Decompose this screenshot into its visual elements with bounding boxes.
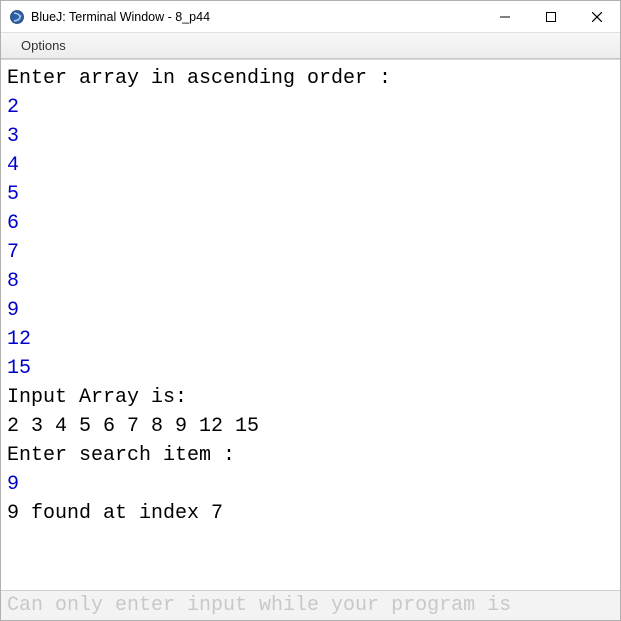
terminal-input-line: 7 <box>7 238 614 267</box>
terminal-output-line: Enter array in ascending order : <box>7 64 614 93</box>
terminal-input-line: 15 <box>7 354 614 383</box>
terminal-output-line: Enter search item : <box>7 441 614 470</box>
menubar: Options <box>1 33 620 59</box>
terminal-output-line: 9 found at index 7 <box>7 499 614 528</box>
terminal-output[interactable]: Enter array in ascending order :23456789… <box>1 59 620 590</box>
window-title: BlueJ: Terminal Window - 8_p44 <box>31 10 482 24</box>
terminal-input-line: 9 <box>7 296 614 325</box>
terminal-input-line: 6 <box>7 209 614 238</box>
terminal-input-line: 3 <box>7 122 614 151</box>
window-controls <box>482 1 620 32</box>
terminal-input-line: 4 <box>7 151 614 180</box>
maximize-button[interactable] <box>528 1 574 32</box>
terminal-output-line: 2 3 4 5 6 7 8 9 12 15 <box>7 412 614 441</box>
minimize-button[interactable] <box>482 1 528 32</box>
terminal-input-line: 8 <box>7 267 614 296</box>
terminal-input-bar[interactable]: Can only enter input while your program … <box>1 590 620 620</box>
titlebar[interactable]: BlueJ: Terminal Window - 8_p44 <box>1 1 620 33</box>
close-button[interactable] <box>574 1 620 32</box>
terminal-input-line: 5 <box>7 180 614 209</box>
menu-options[interactable]: Options <box>15 36 72 55</box>
terminal-output-line: Input Array is: <box>7 383 614 412</box>
terminal-input-line: 9 <box>7 470 614 499</box>
input-placeholder: Can only enter input while your program … <box>7 594 511 617</box>
bluej-icon <box>9 9 25 25</box>
terminal-input-line: 12 <box>7 325 614 354</box>
terminal-input-line: 2 <box>7 93 614 122</box>
